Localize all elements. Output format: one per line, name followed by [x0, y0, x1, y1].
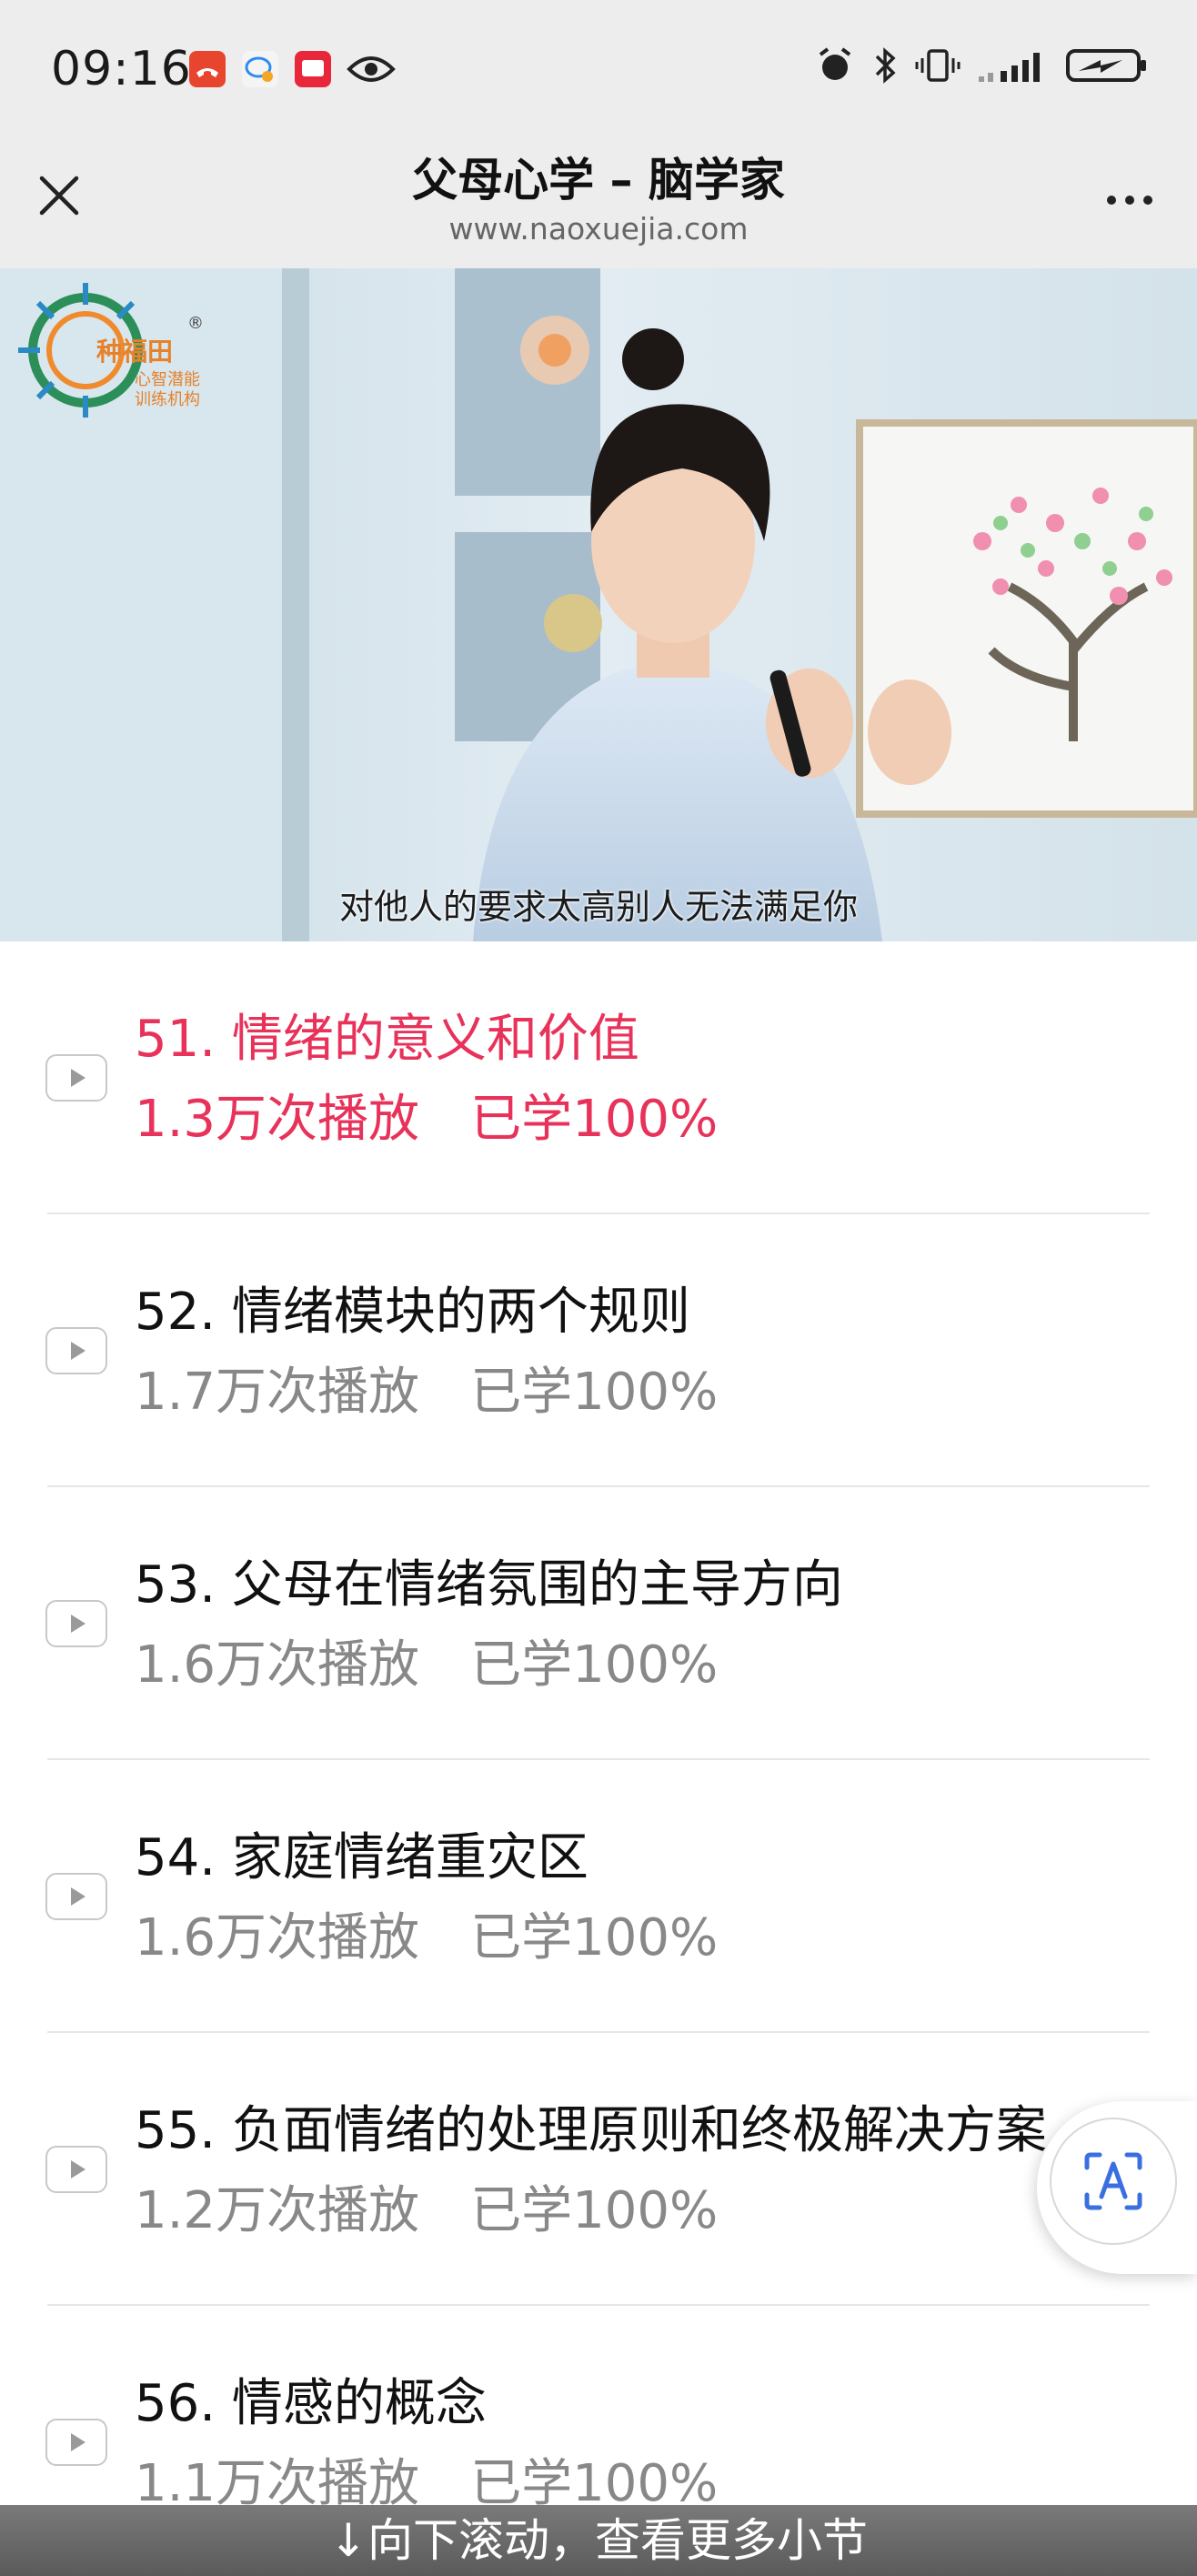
lesson-item-51[interactable]: 51. 情绪的意义和价值 1.3万次播放 已学100% [0, 941, 1197, 1214]
lesson-progress: 已学100% [470, 1908, 719, 1967]
chat-bubble-icon [242, 51, 278, 87]
lesson-title: 54. 家庭情绪重灾区 [135, 1828, 588, 1887]
text-recognition-button[interactable] [1050, 2118, 1177, 2245]
system-icons [815, 45, 1148, 86]
play-icon [45, 2419, 107, 2466]
lesson-progress: 已学100% [470, 1090, 719, 1149]
vibrate-icon [915, 49, 961, 82]
status-time: 09:16 [51, 42, 192, 96]
lesson-title: 52. 情绪模块的两个规则 [135, 1283, 690, 1342]
lesson-item-55[interactable]: 55. 负面情绪的处理原则和终极解决方案 1.2万次播放 已学100% [0, 2033, 1197, 2306]
play-icon [45, 2146, 107, 2193]
alarm-icon [819, 47, 851, 80]
logo-tagline-2: 训练机构 [135, 390, 200, 409]
bluetooth-icon [875, 47, 896, 84]
play-icon [45, 1327, 107, 1374]
more-dot-icon [1125, 196, 1134, 205]
page-title: 父母心学 – 脑学家 [412, 154, 785, 206]
lesson-progress: 已学100% [470, 1635, 719, 1695]
lesson-views: 1.6万次播放 [135, 1635, 420, 1695]
video-player[interactable]: 种福田 ® 心智潜能 训练机构 对他人的要求太高别人无法满足你 [0, 268, 1197, 941]
lesson-views: 1.2万次播放 [135, 2181, 420, 2240]
lesson-title: 56. 情感的概念 [135, 2374, 487, 2433]
play-icon [45, 1873, 107, 1920]
page-url: www.naoxuejia.com [448, 211, 749, 247]
more-options-button[interactable] [1093, 173, 1166, 227]
signal-icon [979, 53, 1040, 82]
lesson-item-54[interactable]: 54. 家庭情绪重灾区 1.6万次播放 已学100% [0, 1760, 1197, 2033]
video-subtitle: 对他人的要求太高别人无法满足你 [338, 887, 858, 927]
more-dot-icon [1107, 196, 1116, 205]
red-app-icon [295, 51, 331, 87]
lesson-meta: 1.3万次播放 已学100% [135, 1078, 718, 1152]
floating-panel [1037, 2101, 1197, 2274]
title-bar: 父母心学 – 脑学家 www.naoxuejia.com [0, 136, 1197, 268]
missed-call-icon [189, 51, 226, 87]
lesson-item-52[interactable]: 52. 情绪模块的两个规则 1.7万次播放 已学100% [0, 1214, 1197, 1487]
lesson-meta: 1.7万次播放 已学100% [135, 1351, 718, 1424]
more-dot-icon [1143, 196, 1152, 205]
notification-icons [187, 49, 397, 89]
play-icon [45, 1054, 107, 1102]
lesson-progress: 已学100% [470, 1363, 719, 1422]
lesson-views: 1.7万次播放 [135, 1363, 420, 1422]
lesson-meta: 1.6万次播放 已学100% [135, 1624, 718, 1697]
lesson-title: 51. 情绪的意义和价值 [135, 1010, 639, 1069]
status-bar: 09:16 [0, 0, 1197, 136]
lesson-item-53[interactable]: 53. 父母在情绪氛围的主导方向 1.6万次播放 已学100% [0, 1487, 1197, 1760]
scroll-hint-bar[interactable]: ↓向下滚动，查看更多小节 [0, 2505, 1197, 2576]
play-icon [45, 1600, 107, 1647]
lesson-list: 51. 情绪的意义和价值 1.3万次播放 已学100% 52. 情绪模块的两个规则… [0, 941, 1197, 2576]
lesson-meta: 1.2万次播放 已学100% [135, 2169, 718, 2243]
lesson-meta: 1.6万次播放 已学100% [135, 1897, 718, 1970]
eye-icon [347, 56, 396, 82]
battery-charging-icon [1066, 49, 1146, 82]
lesson-title: 53. 父母在情绪氛围的主导方向 [135, 1555, 843, 1615]
lesson-title: 55. 负面情绪的处理原则和终极解决方案 [135, 2101, 1047, 2160]
lesson-views: 1.6万次播放 [135, 1908, 420, 1967]
logo-registered-mark: ® [187, 314, 204, 333]
lesson-views: 1.3万次播放 [135, 1090, 420, 1149]
lesson-progress: 已学100% [470, 2181, 719, 2240]
logo-name: 种福田 [96, 337, 174, 367]
text-scan-icon [1084, 2152, 1142, 2210]
brand-logo: 种福田 ® 心智潜能 训练机构 [13, 277, 213, 432]
